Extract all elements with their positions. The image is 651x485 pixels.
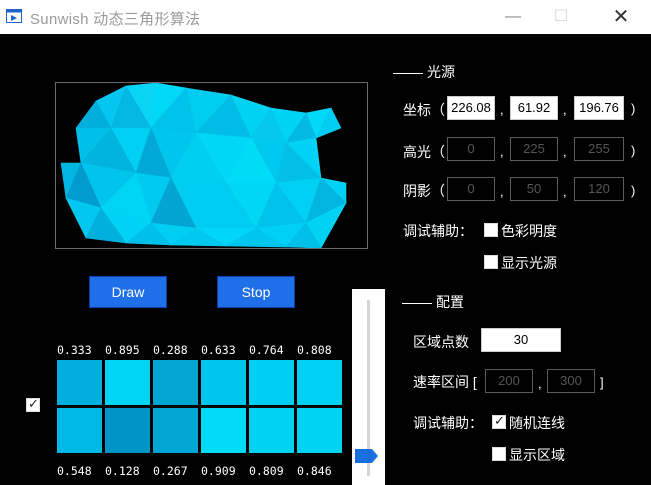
- highlight-b-input[interactable]: 255: [574, 137, 624, 161]
- value-label: 0.548: [57, 464, 92, 478]
- close-paren: ): [631, 101, 636, 116]
- bottom-values-row: 0.548 0.128 0.267 0.909 0.809 0.846: [57, 464, 345, 481]
- config-section-header: 配置: [402, 292, 464, 312]
- coord-y-input[interactable]: 61.92: [510, 96, 558, 120]
- rate-max-input[interactable]: 300: [547, 369, 595, 393]
- points-input[interactable]: 30: [481, 328, 561, 352]
- points-label: 区域点数: [413, 334, 469, 350]
- value-label: 0.764: [249, 343, 284, 357]
- title-bar: Sunwish 动态三角形算法 — ☐ ✕: [0, 0, 651, 34]
- shadow-label: 阴影（: [403, 183, 445, 199]
- close-paren: ): [631, 143, 636, 158]
- rate-min-input[interactable]: 200: [485, 369, 533, 393]
- color-swatch: [201, 360, 246, 405]
- color-swatch: [153, 408, 198, 453]
- maximize-button[interactable]: ☐: [538, 0, 584, 34]
- random-lines-checkbox[interactable]: [492, 413, 506, 429]
- color-brightness-checkbox[interactable]: [484, 223, 498, 237]
- draw-button[interactable]: Draw: [89, 276, 167, 308]
- show-light-label: 显示光源: [501, 255, 557, 271]
- color-swatch: [105, 408, 150, 453]
- value-label: 0.809: [249, 464, 284, 478]
- show-region-label: 显示区域: [509, 447, 565, 463]
- comma-separator: ,: [563, 102, 567, 117]
- close-paren: ): [631, 183, 636, 198]
- comma-separator: ,: [563, 144, 567, 159]
- section-divider: [402, 302, 432, 304]
- color-swatch: [297, 408, 342, 453]
- show-region-checkbox[interactable]: [492, 447, 506, 461]
- value-label: 0.895: [105, 343, 140, 357]
- coord-label: 坐标（: [403, 102, 445, 118]
- light-debug-label: 调试辅助：: [403, 223, 473, 239]
- color-swatch: [249, 360, 294, 405]
- color-swatch: [297, 360, 342, 405]
- close-bracket: ]: [600, 375, 604, 390]
- section-divider: [393, 72, 423, 74]
- light-section-header: 光源: [393, 62, 455, 82]
- value-label: 0.333: [57, 343, 92, 357]
- coord-z-input[interactable]: 196.76: [574, 96, 624, 120]
- coord-x-input[interactable]: 226.08: [447, 96, 495, 120]
- value-label: 0.808: [297, 343, 332, 357]
- show-light-checkbox[interactable]: [484, 255, 498, 269]
- color-swatch: [249, 408, 294, 453]
- shadow-b-input[interactable]: 120: [574, 177, 624, 201]
- highlight-label: 高光（: [403, 144, 445, 160]
- enable-checkbox[interactable]: [26, 396, 40, 412]
- main-area: Draw Stop 0.333 0.895 0.288 0.633 0.764 0.808…: [0, 34, 651, 485]
- color-swatch: [201, 408, 246, 453]
- rate-label: 速率区间 [: [413, 374, 477, 390]
- highlight-r-input[interactable]: 0: [447, 137, 495, 161]
- color-brightness-label: 色彩明度: [501, 223, 557, 239]
- top-values-row: 0.333 0.895 0.288 0.633 0.764 0.808: [57, 343, 345, 360]
- triangle-mesh: [60, 83, 347, 248]
- color-swatch: [105, 360, 150, 405]
- config-section-label: 配置: [436, 294, 464, 310]
- value-label: 0.267: [153, 464, 188, 478]
- value-label: 0.633: [201, 343, 236, 357]
- comma-separator: ,: [500, 184, 504, 199]
- light-section-label: 光源: [427, 64, 455, 80]
- color-swatch: [57, 360, 102, 405]
- random-lines-label: 随机连线: [509, 415, 565, 431]
- stop-button[interactable]: Stop: [217, 276, 295, 308]
- minimize-button[interactable]: —: [490, 0, 536, 34]
- highlight-g-input[interactable]: 225: [510, 137, 558, 161]
- comma-separator: ,: [500, 102, 504, 117]
- value-label: 0.846: [297, 464, 332, 478]
- color-swatch: [57, 408, 102, 453]
- shadow-r-input[interactable]: 0: [447, 177, 495, 201]
- slider-thumb[interactable]: [355, 448, 378, 463]
- value-label: 0.128: [105, 464, 140, 478]
- color-swatch: [153, 360, 198, 405]
- value-label: 0.288: [153, 343, 188, 357]
- window-title: Sunwish 动态三角形算法: [30, 11, 201, 28]
- shadow-g-input[interactable]: 50: [510, 177, 558, 201]
- close-button[interactable]: ✕: [598, 0, 644, 34]
- comma-separator: ,: [538, 376, 542, 391]
- app-icon: [6, 9, 22, 23]
- triangle-canvas: [55, 82, 368, 249]
- comma-separator: ,: [500, 144, 504, 159]
- value-label: 0.909: [201, 464, 236, 478]
- comma-separator: ,: [563, 184, 567, 199]
- config-debug-label: 调试辅助：: [413, 415, 483, 431]
